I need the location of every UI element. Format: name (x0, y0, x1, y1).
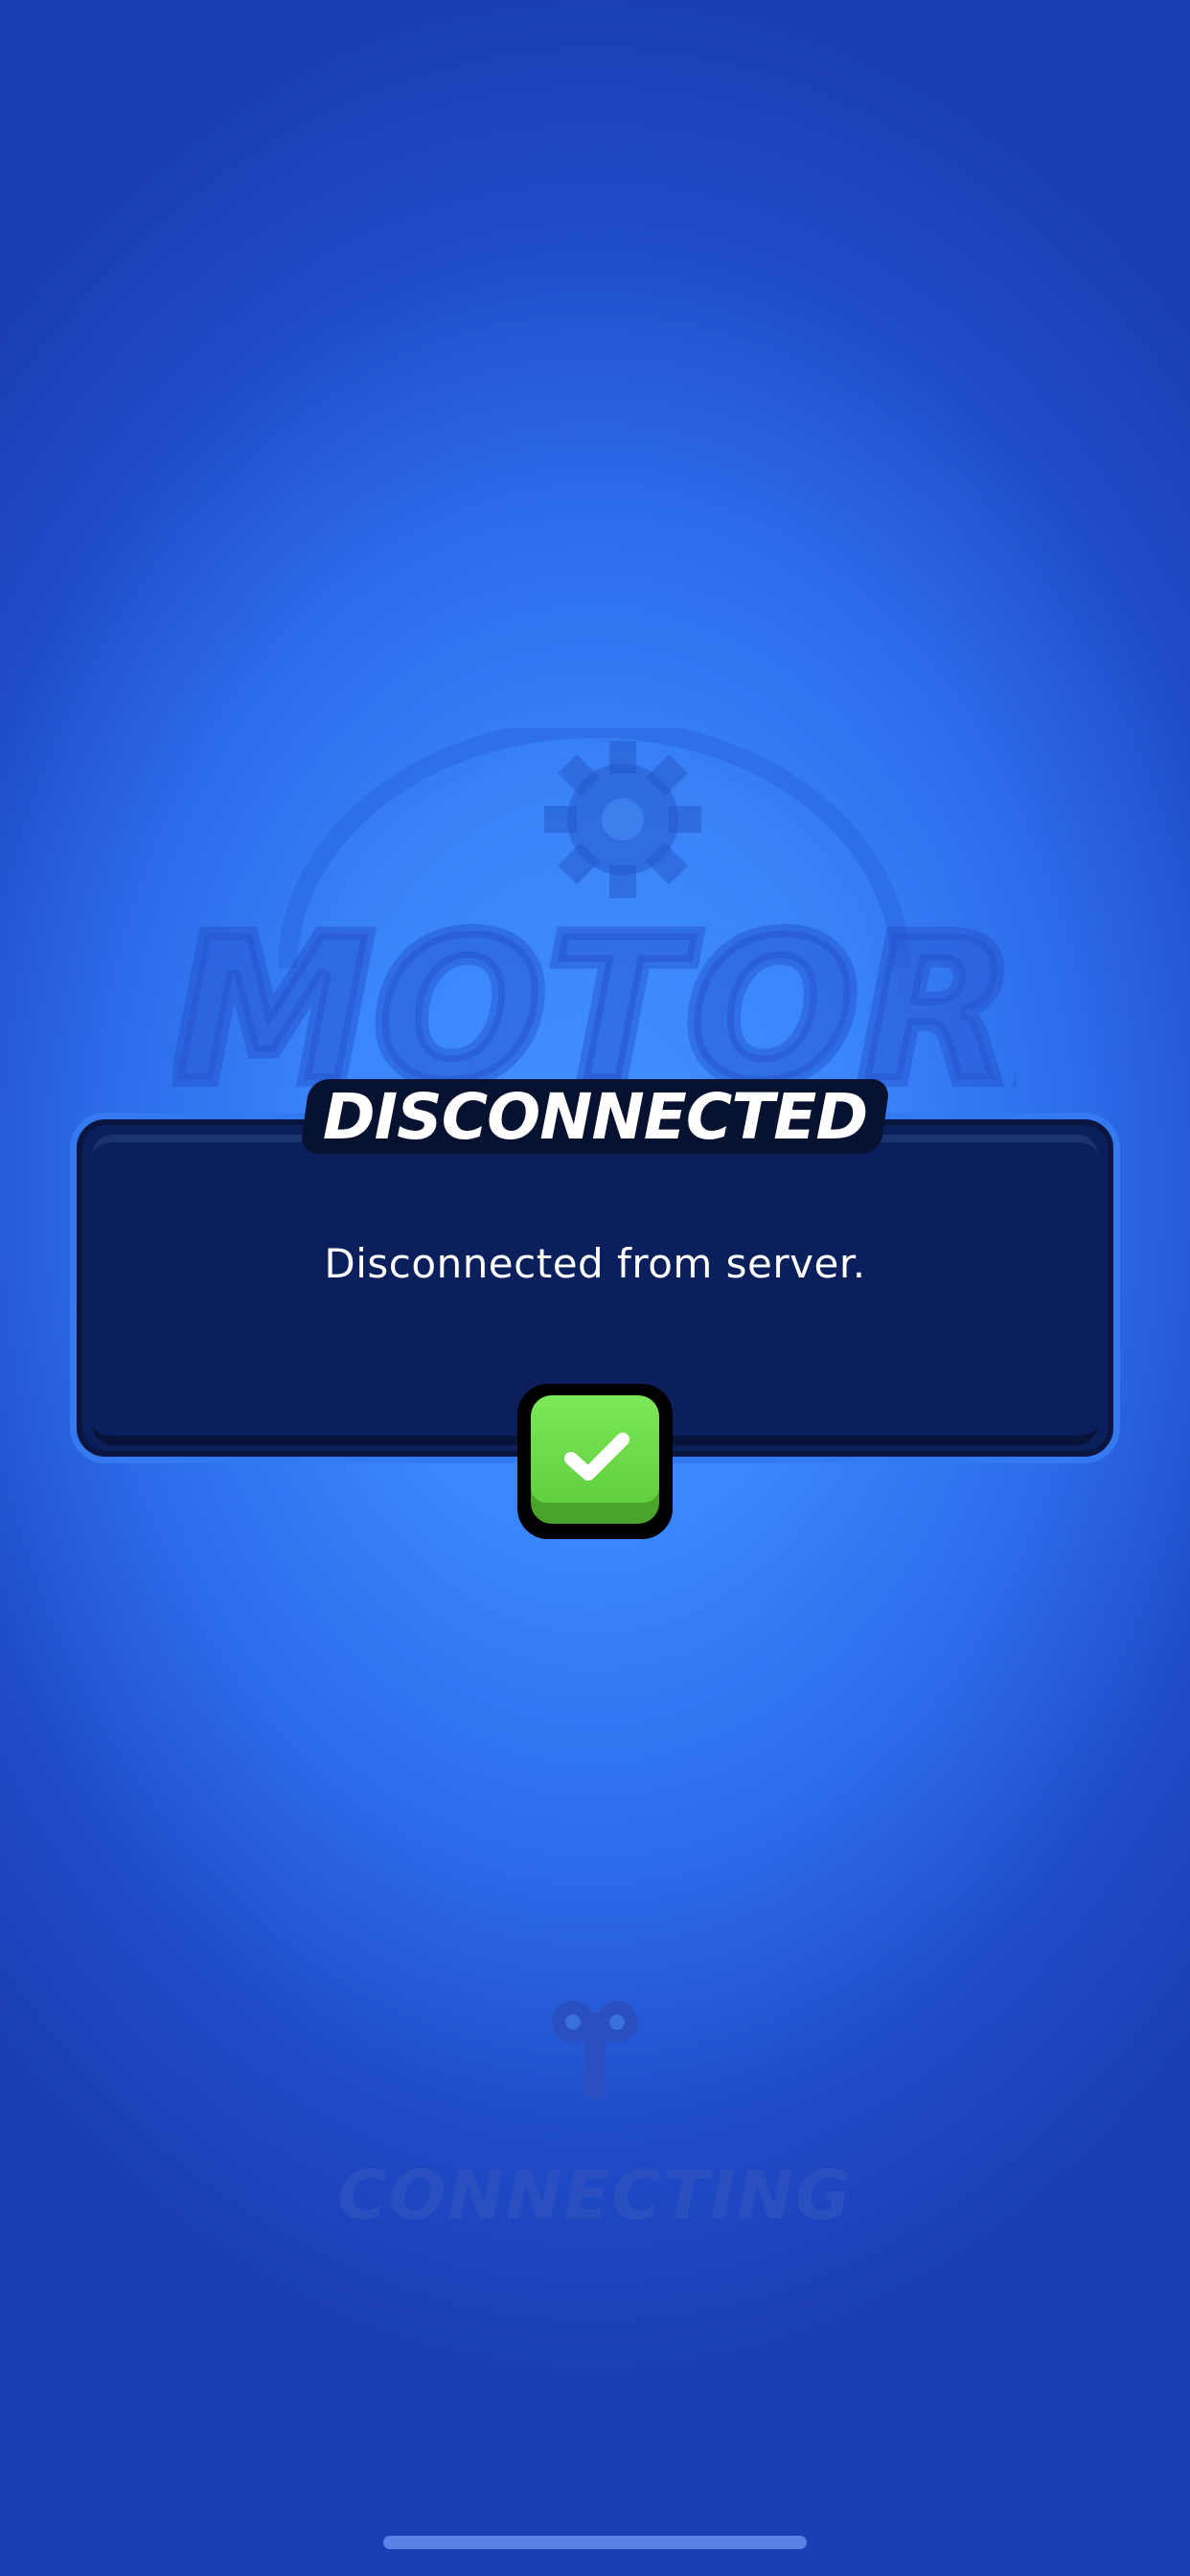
home-indicator[interactable] (383, 2536, 807, 2549)
background-logo-word: MOTORBALL (172, 910, 1016, 1102)
ok-button-face (531, 1395, 659, 1524)
checkmark-icon (564, 1433, 629, 1481)
ok-button[interactable] (517, 1384, 673, 1539)
background-logo: MOTORBALL (172, 719, 1016, 1131)
wind-up-key-icon (552, 2001, 638, 2099)
dialog-message: Disconnected from server. (324, 1240, 866, 1287)
dialog-title: DISCONNECTED (322, 1080, 868, 1154)
connecting-status: CONNECTING (337, 2156, 853, 2235)
